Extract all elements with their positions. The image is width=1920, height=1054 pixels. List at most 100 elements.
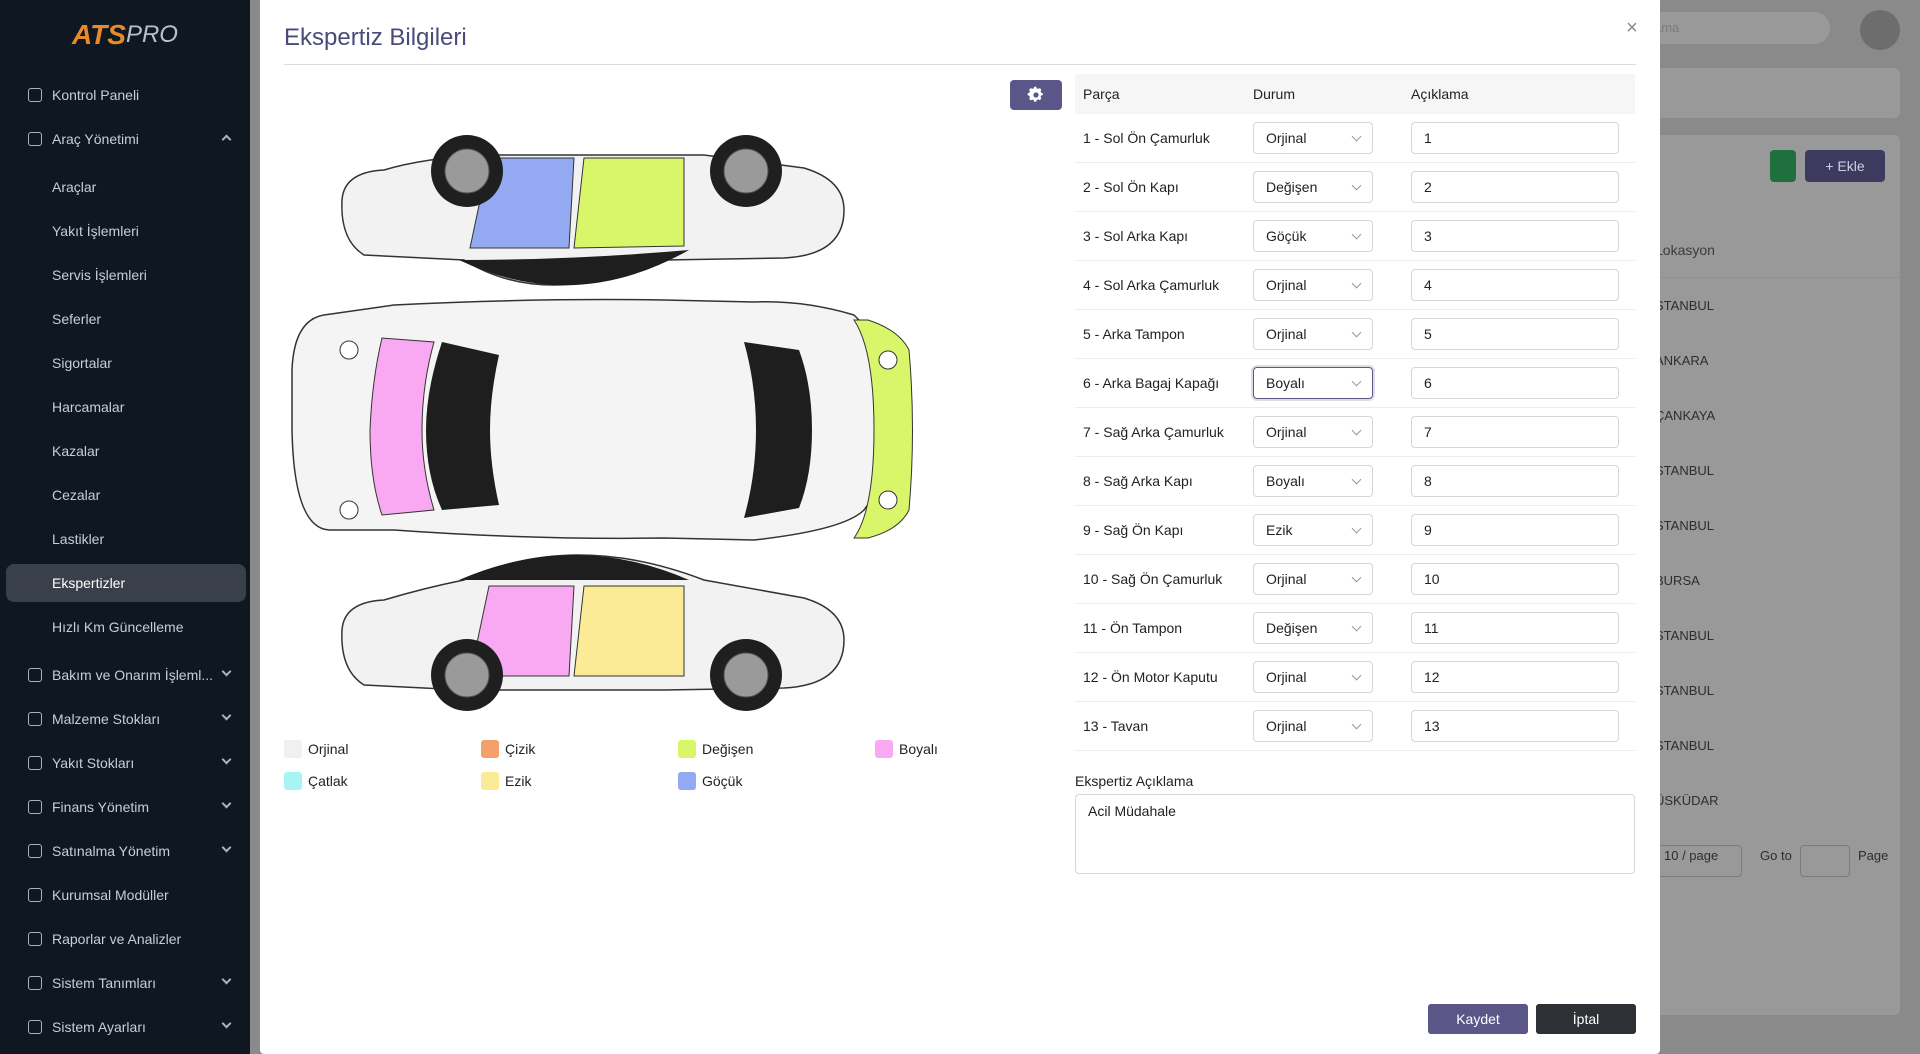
note-input[interactable]: 11 <box>1411 612 1619 644</box>
sidebar-item-araclar[interactable]: Araçlar <box>6 168 246 206</box>
status-select[interactable]: Orjinal <box>1253 710 1373 742</box>
note-input[interactable]: 8 <box>1411 465 1619 497</box>
table-row[interactable]: STANBUL <box>1655 298 1714 313</box>
sidebar-item-arac-yonetimi[interactable]: Araç Yönetimi <box>6 120 246 158</box>
status-select[interactable]: Orjinal <box>1253 416 1373 448</box>
table-header: Parça Durum Açıklama <box>1075 74 1635 114</box>
note-input[interactable]: 2 <box>1411 171 1619 203</box>
sidebar-item-kazalar[interactable]: Kazalar <box>6 432 246 470</box>
status-select[interactable]: Değişen <box>1253 171 1373 203</box>
legend-swatch <box>284 772 302 790</box>
table-row: 5 - Arka Tampon Orjinal 5 <box>1075 310 1635 359</box>
note-input[interactable]: 12 <box>1411 661 1619 693</box>
table-row: 11 - Ön Tampon Değişen 11 <box>1075 604 1635 653</box>
add-button[interactable]: + Ekle <box>1805 150 1885 182</box>
sidebar-item-cezalar[interactable]: Cezalar <box>6 476 246 514</box>
table-row[interactable]: BURSA <box>1655 573 1700 588</box>
status-select[interactable]: Orjinal <box>1253 661 1373 693</box>
cancel-button[interactable]: İptal <box>1536 1004 1636 1034</box>
status-select[interactable]: Orjinal <box>1253 269 1373 301</box>
chevron-down-icon <box>1351 425 1362 435</box>
status-select[interactable]: Ezik <box>1253 514 1373 546</box>
note-input[interactable]: 10 <box>1411 563 1619 595</box>
settings-button[interactable] <box>1010 80 1062 110</box>
status-select[interactable]: Göçük <box>1253 220 1373 252</box>
note-input[interactable]: 5 <box>1411 318 1619 350</box>
chevron-down-icon <box>221 974 232 985</box>
right-front-door-panel[interactable] <box>573 585 685 677</box>
fuel-icon <box>28 756 42 770</box>
sidebar-item-ekspertizler[interactable]: Ekspertizler <box>6 564 246 602</box>
note-input[interactable]: 9 <box>1411 514 1619 546</box>
column-header-lokasyon[interactable]: Lokasyon <box>1655 242 1715 258</box>
table-row: 1 - Sol Ön Çamurluk Orjinal 1 <box>1075 114 1635 163</box>
description-textarea[interactable]: Acil Müdahale <box>1075 794 1635 874</box>
sidebar-item-malzeme-stoklari[interactable]: Malzeme Stokları <box>6 700 246 738</box>
sidebar-item-sistem-ayarlari[interactable]: Sistem Ayarları <box>6 1008 246 1046</box>
sidebar-item-seferler[interactable]: Seferler <box>6 300 246 338</box>
save-button[interactable]: Kaydet <box>1428 1004 1528 1034</box>
more-actions-button[interactable] <box>1770 150 1796 182</box>
status-select[interactable]: Boyalı <box>1253 465 1373 497</box>
note-input[interactable]: 3 <box>1411 220 1619 252</box>
left-front-door-panel[interactable] <box>573 157 685 249</box>
note-input[interactable]: 6 <box>1411 367 1619 399</box>
sidebar: ATS PRO Kontrol Paneli Araç Yönetimi Araç… <box>0 0 250 1054</box>
status-select[interactable]: Orjinal <box>1253 563 1373 595</box>
sidebar-item-kontrol-paneli[interactable]: Kontrol Paneli <box>6 76 246 114</box>
status-select[interactable]: Orjinal <box>1253 318 1373 350</box>
sidebar-item-lastikler[interactable]: Lastikler <box>6 520 246 558</box>
table-row[interactable]: ÜSKÜDAR <box>1655 793 1719 808</box>
table-row[interactable]: STANBUL <box>1655 738 1714 753</box>
chevron-down-icon <box>1351 474 1362 484</box>
legend-item-ezik: Ezik <box>481 772 531 790</box>
finance-icon <box>28 800 42 814</box>
car-left-side-view <box>341 135 845 286</box>
table-row[interactable]: STANBUL <box>1655 518 1714 533</box>
sidebar-item-finans-yonetim[interactable]: Finans Yönetim <box>6 788 246 826</box>
table-row: 4 - Sol Arka Çamurluk Orjinal 4 <box>1075 261 1635 310</box>
sidebar-item-raporlar[interactable]: Raporlar ve Analizler <box>6 920 246 958</box>
sidebar-item-kurumsal-moduller[interactable]: Kurumsal Modüller <box>6 876 246 914</box>
sidebar-item-sigortalar[interactable]: Sigortalar <box>6 344 246 382</box>
table-row[interactable]: STANBUL <box>1655 628 1714 643</box>
note-input[interactable]: 13 <box>1411 710 1619 742</box>
status-select[interactable]: Orjinal <box>1253 122 1373 154</box>
chevron-down-icon <box>1351 621 1362 631</box>
parts-table: Parça Durum Açıklama 1 - Sol Ön Çamurluk… <box>1075 74 1635 751</box>
description-label: Ekspertiz Açıklama <box>1075 773 1194 789</box>
sidebar-item-bakim-onarim[interactable]: Bakım ve Onarım İşleml... <box>6 656 246 694</box>
status-select[interactable]: Boyalı <box>1253 367 1373 399</box>
table-row: 12 - Ön Motor Kaputu Orjinal 12 <box>1075 653 1635 702</box>
sidebar-item-satinalma-yonetim[interactable]: Satınalma Yönetim <box>6 832 246 870</box>
goto-input[interactable] <box>1800 845 1850 877</box>
divider <box>284 64 1636 65</box>
legend-item-cizik: Çizik <box>481 740 535 758</box>
table-row[interactable]: ANKARA <box>1655 353 1708 368</box>
table-row[interactable]: STANBUL <box>1655 463 1714 478</box>
note-input[interactable]: 7 <box>1411 416 1619 448</box>
sidebar-item-servis-islemleri[interactable]: Servis İşlemleri <box>6 256 246 294</box>
table-row[interactable]: STANBUL <box>1655 683 1714 698</box>
goto-label: Go to <box>1760 848 1792 863</box>
app-logo[interactable]: ATS PRO <box>0 0 250 70</box>
rear-window <box>426 342 499 510</box>
table-row[interactable]: ÇANKAYA <box>1655 408 1715 423</box>
search-input[interactable]: ama <box>1640 12 1830 44</box>
sidebar-item-yakit-islemleri[interactable]: Yakıt İşlemleri <box>6 212 246 250</box>
legend-item-catlak: Çatlak <box>284 772 348 790</box>
sidebar-item-hizli-km[interactable]: Hızlı Km Güncelleme <box>6 608 246 646</box>
sidebar-item-harcamalar[interactable]: Harcamalar <box>6 388 246 426</box>
sidebar-item-sistem-tanimlari[interactable]: Sistem Tanımları <box>6 964 246 1002</box>
chevron-down-icon <box>221 798 232 809</box>
sidebar-item-yakit-stoklari[interactable]: Yakıt Stokları <box>6 744 246 782</box>
note-input[interactable]: 4 <box>1411 269 1619 301</box>
avatar[interactable] <box>1860 10 1900 50</box>
table-row: 13 - Tavan Orjinal 13 <box>1075 702 1635 751</box>
close-icon[interactable]: × <box>1622 18 1642 38</box>
note-input[interactable]: 1 <box>1411 122 1619 154</box>
page-label: Page <box>1858 848 1889 863</box>
status-select[interactable]: Değişen <box>1253 612 1373 644</box>
expertise-modal: Ekspertiz Bilgileri × Orjinal Çizik Deği… <box>260 0 1660 1054</box>
table-row: 8 - Sağ Arka Kapı Boyalı 8 <box>1075 457 1635 506</box>
